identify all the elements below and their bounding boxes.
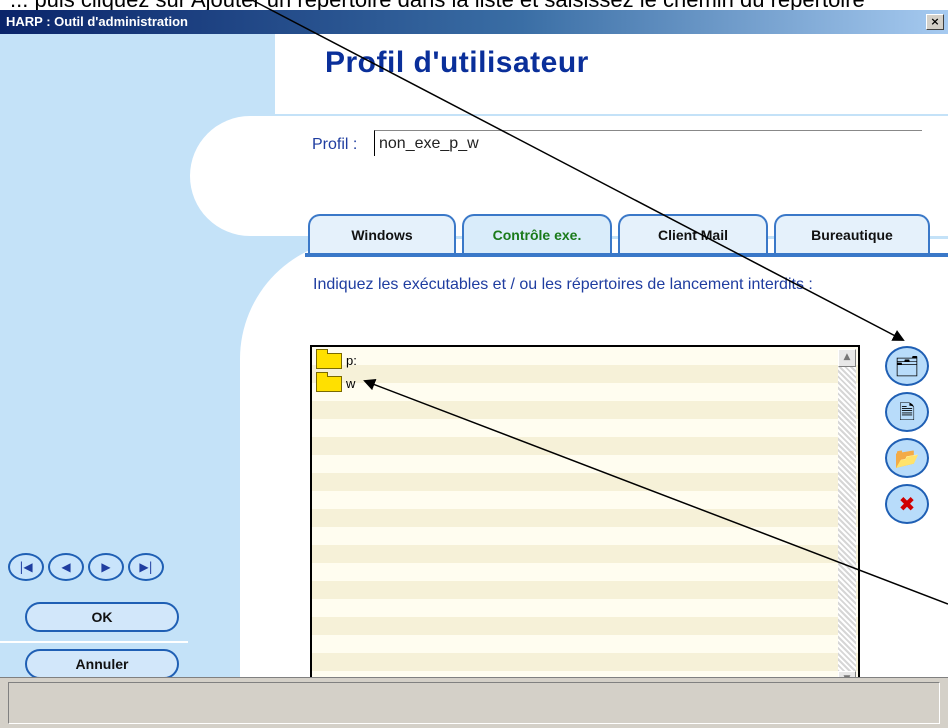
annotation-arrows	[251, 0, 948, 605]
arrow-to-list-item	[363, 378, 948, 605]
arrow-to-add-folder	[251, 0, 905, 341]
